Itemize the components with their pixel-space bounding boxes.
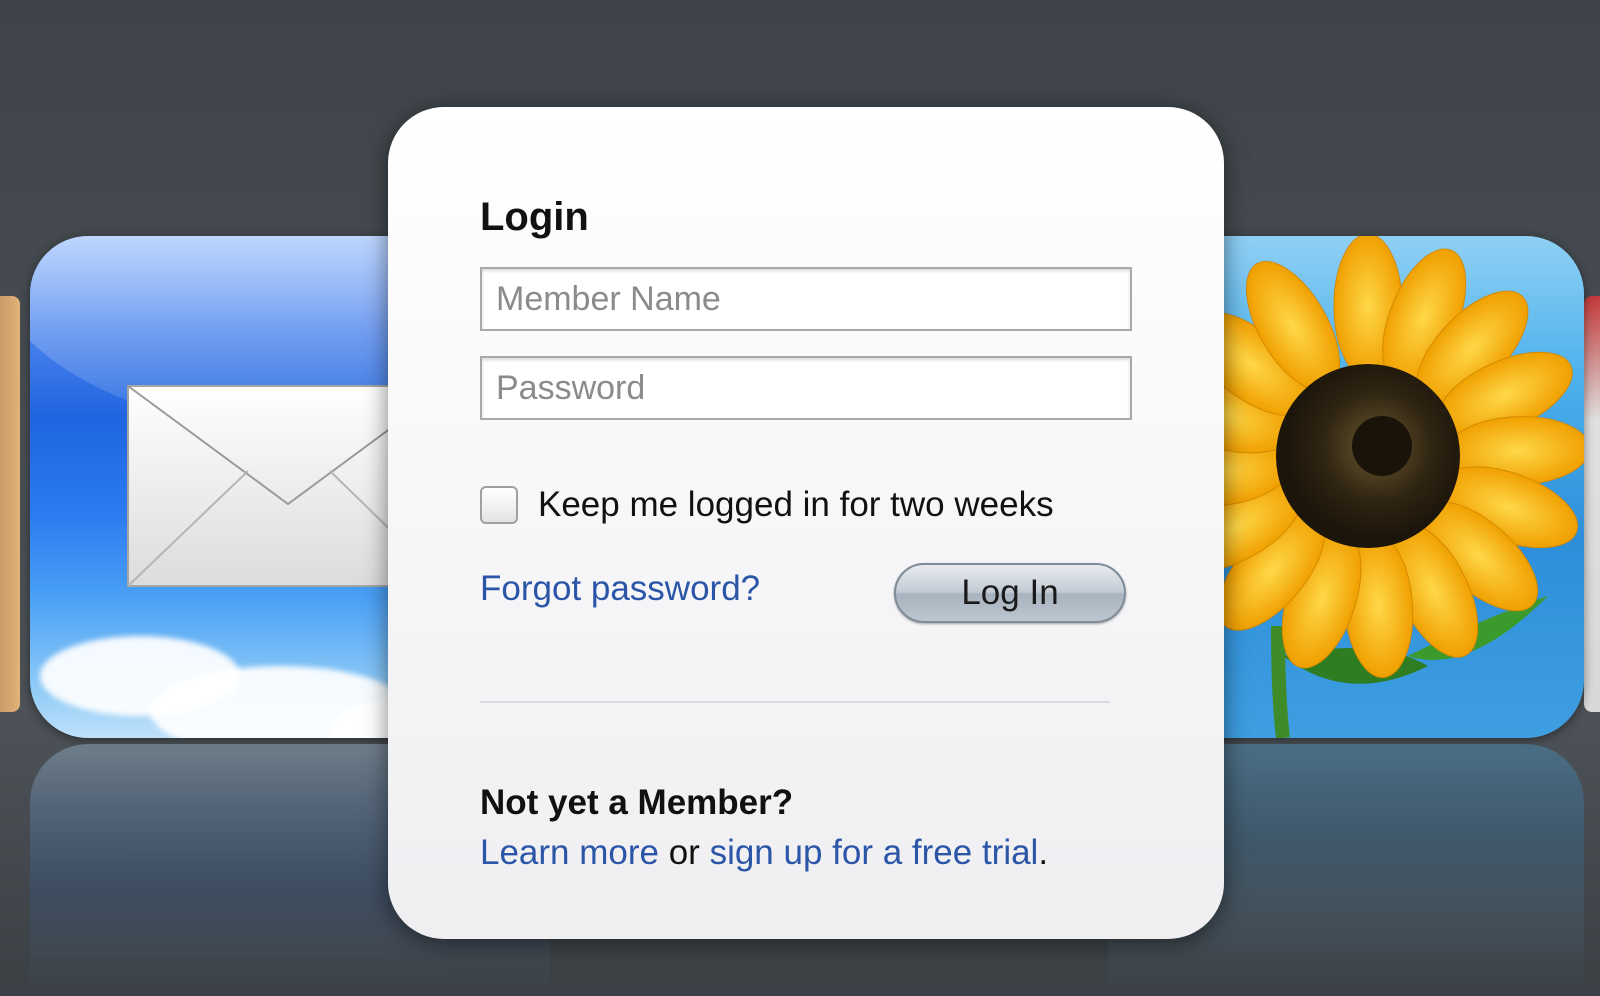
not-member-heading: Not yet a Member? (480, 783, 794, 822)
connector-text: or (658, 833, 710, 872)
app-background: Login Keep me logged in for two weeks Fo… (0, 0, 1600, 996)
divider (480, 701, 1110, 703)
partial-app-icon-right (1584, 296, 1600, 712)
learn-more-link[interactable]: Learn more (480, 833, 659, 872)
forgot-password-link[interactable]: Forgot password? (480, 569, 760, 609)
login-title: Login (480, 195, 589, 239)
login-panel: Login Keep me logged in for two weeks Fo… (388, 107, 1224, 939)
login-button[interactable]: Log In (894, 563, 1126, 623)
signup-trial-link[interactable]: sign up for a free trial (710, 833, 1039, 872)
keep-logged-in-checkbox[interactable] (480, 486, 518, 524)
end-punctuation: . (1038, 833, 1049, 872)
password-input[interactable] (480, 356, 1132, 420)
keep-logged-in-label: Keep me logged in for two weeks (538, 485, 1054, 524)
member-name-input[interactable] (480, 267, 1132, 331)
partial-app-icon-left (0, 296, 20, 712)
keep-logged-in-row: Keep me logged in for two weeks (480, 485, 1054, 525)
signup-line: Learn more or sign up for a free trial. (480, 833, 1048, 873)
